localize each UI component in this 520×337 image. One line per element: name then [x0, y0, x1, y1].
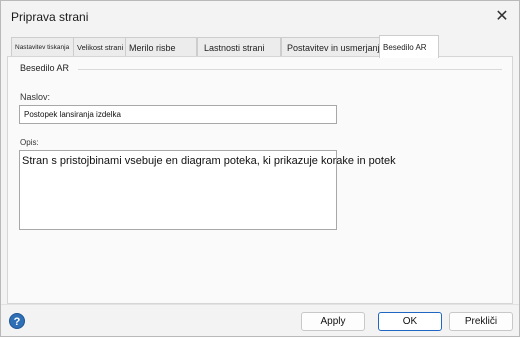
tab-drawing-scale[interactable]: Merilo risbe — [125, 37, 197, 57]
section-title: Besedilo AR — [20, 63, 70, 73]
section-divider — [78, 69, 502, 70]
title-label: Naslov: — [20, 92, 51, 102]
title-input[interactable]: Postopek lansiranja izdelka — [19, 105, 337, 124]
tab-layout-routing[interactable]: Postavitev in usmerjanje — [281, 37, 381, 57]
title-bar: Priprava strani ✕ — [1, 1, 519, 33]
close-icon[interactable]: ✕ — [491, 6, 513, 26]
dialog-title: Priprava strani — [11, 10, 89, 24]
cancel-button[interactable]: Prekliči — [449, 312, 513, 331]
tab-page-properties[interactable]: Lastnosti strani — [197, 37, 281, 57]
apply-button[interactable]: Apply — [301, 312, 365, 331]
description-textarea[interactable]: Stran s pristojbinami vsebuje en diagram… — [19, 150, 396, 230]
footer-divider — [1, 304, 519, 305]
ok-button[interactable]: OK — [378, 312, 442, 331]
tab-print-setup[interactable]: Nastavitev tiskanja — [11, 37, 75, 57]
alt-text-panel: Besedilo AR Naslov: Postopek lansiranja … — [7, 56, 513, 304]
help-icon[interactable]: ? — [9, 313, 25, 329]
description-label: Opis: — [20, 138, 39, 147]
page-setup-dialog: Priprava strani ✕ Nastavitev tiskanja Ve… — [0, 0, 520, 337]
tab-strip: Nastavitev tiskanja Velikost strani Meri… — [11, 35, 511, 58]
tab-page-size[interactable]: Velikost strani — [73, 37, 127, 57]
tab-alt-text[interactable]: Besedilo AR — [379, 35, 439, 58]
